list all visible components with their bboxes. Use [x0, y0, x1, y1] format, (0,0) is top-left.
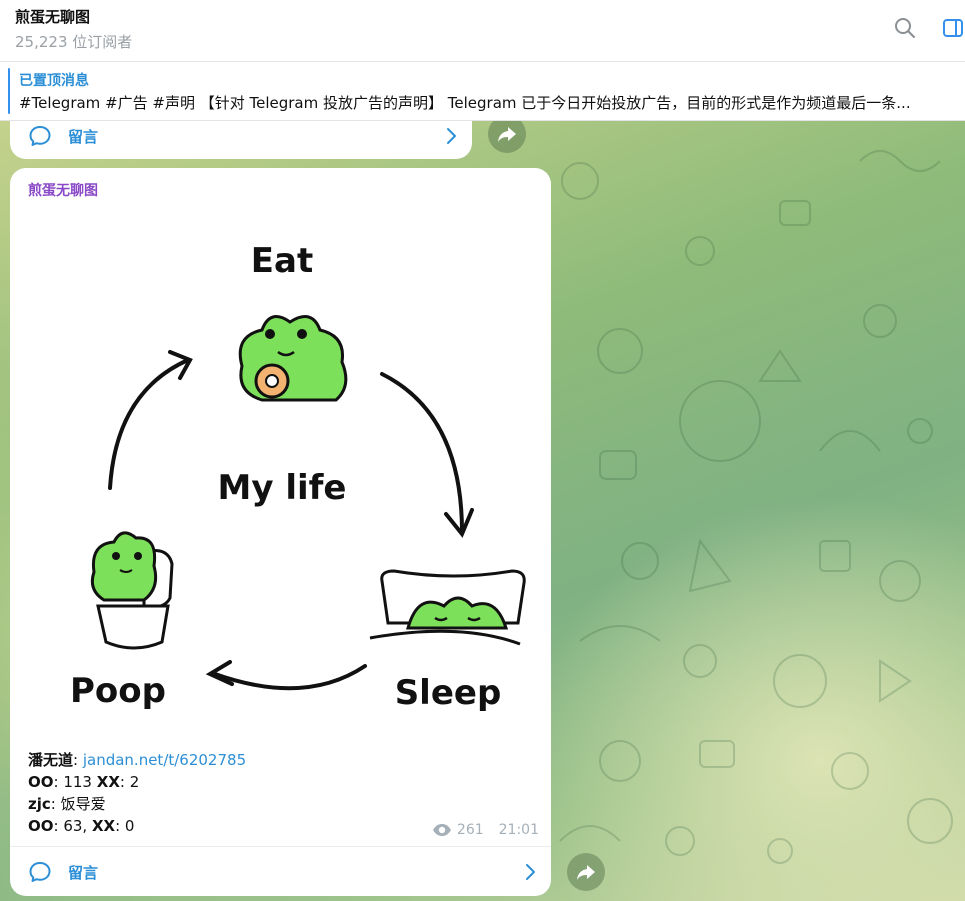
chevron-right-icon — [526, 864, 535, 880]
search-button[interactable] — [892, 15, 918, 41]
pinned-indicator — [8, 68, 10, 114]
comment-text: : 饭导爱 — [50, 795, 106, 813]
comment-icon — [29, 126, 51, 146]
pinned-text: #Telegram #广告 #声明 【针对 Telegram 投放广告的声明】 … — [19, 94, 911, 112]
channel-post: 煎蛋无聊图 Eat My life Sleep Poop 潘无道: jandan… — [10, 168, 551, 896]
comments-divider — [10, 846, 551, 847]
caption-line-3: zjc: 饭导爱 — [28, 793, 246, 815]
oo-label: OO — [28, 773, 54, 791]
caption-line-2: OO: 113 XX: 2 — [28, 771, 246, 793]
search-icon — [895, 18, 915, 38]
caption-line-1: 潘无道: jandan.net/t/6202785 — [28, 749, 246, 771]
label-my-life: My life — [218, 468, 347, 508]
oo-value: : 113 — [53, 773, 97, 791]
side-panel-button[interactable] — [940, 15, 965, 41]
label-poop: Poop — [70, 671, 166, 711]
forward-icon — [498, 127, 516, 142]
commenter-name: zjc — [28, 795, 51, 813]
comments-label: 留言 — [68, 127, 99, 146]
xx-label: XX — [96, 773, 120, 791]
caption-separator: : — [73, 751, 83, 769]
share-button[interactable] — [567, 853, 605, 891]
xx-label: XX — [91, 817, 116, 835]
forward-icon — [577, 865, 595, 880]
chevron-right-icon — [447, 128, 456, 144]
commenter-name: 潘无道 — [28, 751, 74, 769]
oo-value: : 63, — [53, 817, 92, 835]
pinned-label: 已置顶消息 — [19, 73, 89, 89]
eye-icon — [432, 824, 451, 836]
post-image[interactable]: Eat My life Sleep Poop — [10, 206, 551, 746]
xx-value: : 0 — [115, 817, 135, 835]
side-panel-icon — [943, 19, 963, 37]
chat-header: 煎蛋无聊图 25,223 位订阅者 — [0, 0, 965, 62]
caption-line-4: OO: 63, XX: 0 — [28, 815, 246, 837]
post-time: 21:01 — [498, 822, 539, 838]
subscriber-count: 25,223 位订阅者 — [15, 33, 133, 51]
label-sleep: Sleep — [395, 673, 502, 713]
comment-icon — [29, 862, 51, 882]
label-eat: Eat — [251, 241, 313, 281]
post-author[interactable]: 煎蛋无聊图 — [28, 180, 98, 200]
post-caption: 潘无道: jandan.net/t/6202785 OO: 113 XX: 2 … — [28, 749, 246, 837]
oo-label: OO — [28, 817, 54, 835]
post-link[interactable]: jandan.net/t/6202785 — [83, 751, 246, 769]
toilet-frog — [90, 531, 174, 650]
pinned-message[interactable]: 已置顶消息 #Telegram #广告 #声明 【针对 Telegram 投放广… — [0, 63, 965, 121]
view-count: 261 — [456, 822, 484, 838]
comments-button[interactable]: 留言 — [10, 850, 551, 894]
comments-label: 留言 — [68, 863, 99, 882]
xx-value: : 2 — [119, 773, 140, 791]
post-meta: 261 21:01 — [432, 822, 539, 838]
chat-title[interactable]: 煎蛋无聊图 — [15, 6, 90, 27]
